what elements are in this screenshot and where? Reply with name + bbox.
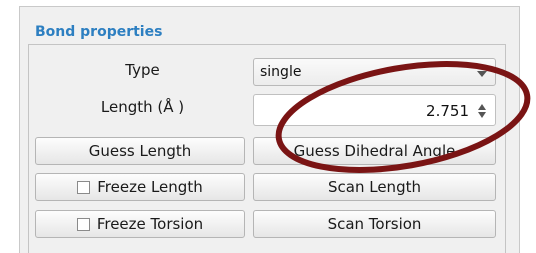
length-spinbox[interactable]: 2.751	[253, 94, 496, 126]
chevron-down-icon	[477, 71, 487, 77]
spin-arrows-icon[interactable]	[477, 103, 487, 119]
freeze-torsion-label: Freeze Torsion	[96, 215, 204, 233]
type-select-value: single	[260, 64, 302, 80]
scan-length-button[interactable]: Scan Length	[253, 173, 496, 201]
scan-torsion-button[interactable]: Scan Torsion	[253, 210, 496, 238]
group-title: Bond properties	[35, 24, 163, 40]
freeze-torsion-button[interactable]: Freeze Torsion	[35, 210, 245, 238]
length-label: Length (Å )	[100, 98, 185, 116]
freeze-torsion-checkbox[interactable]	[76, 217, 90, 231]
freeze-length-button[interactable]: Freeze Length	[35, 173, 245, 201]
type-select[interactable]: single	[253, 58, 496, 86]
freeze-length-checkbox[interactable]	[77, 180, 91, 194]
bond-properties-screenshot: Bond properties Type single Length (Å ) …	[0, 0, 536, 253]
length-value: 2.751	[426, 102, 469, 120]
freeze-length-label: Freeze Length	[97, 178, 203, 196]
guess-length-button[interactable]: Guess Length	[35, 137, 245, 165]
guess-dihedral-angle-button[interactable]: Guess Dihedral Angle	[253, 137, 496, 165]
type-label: Type	[125, 61, 160, 79]
